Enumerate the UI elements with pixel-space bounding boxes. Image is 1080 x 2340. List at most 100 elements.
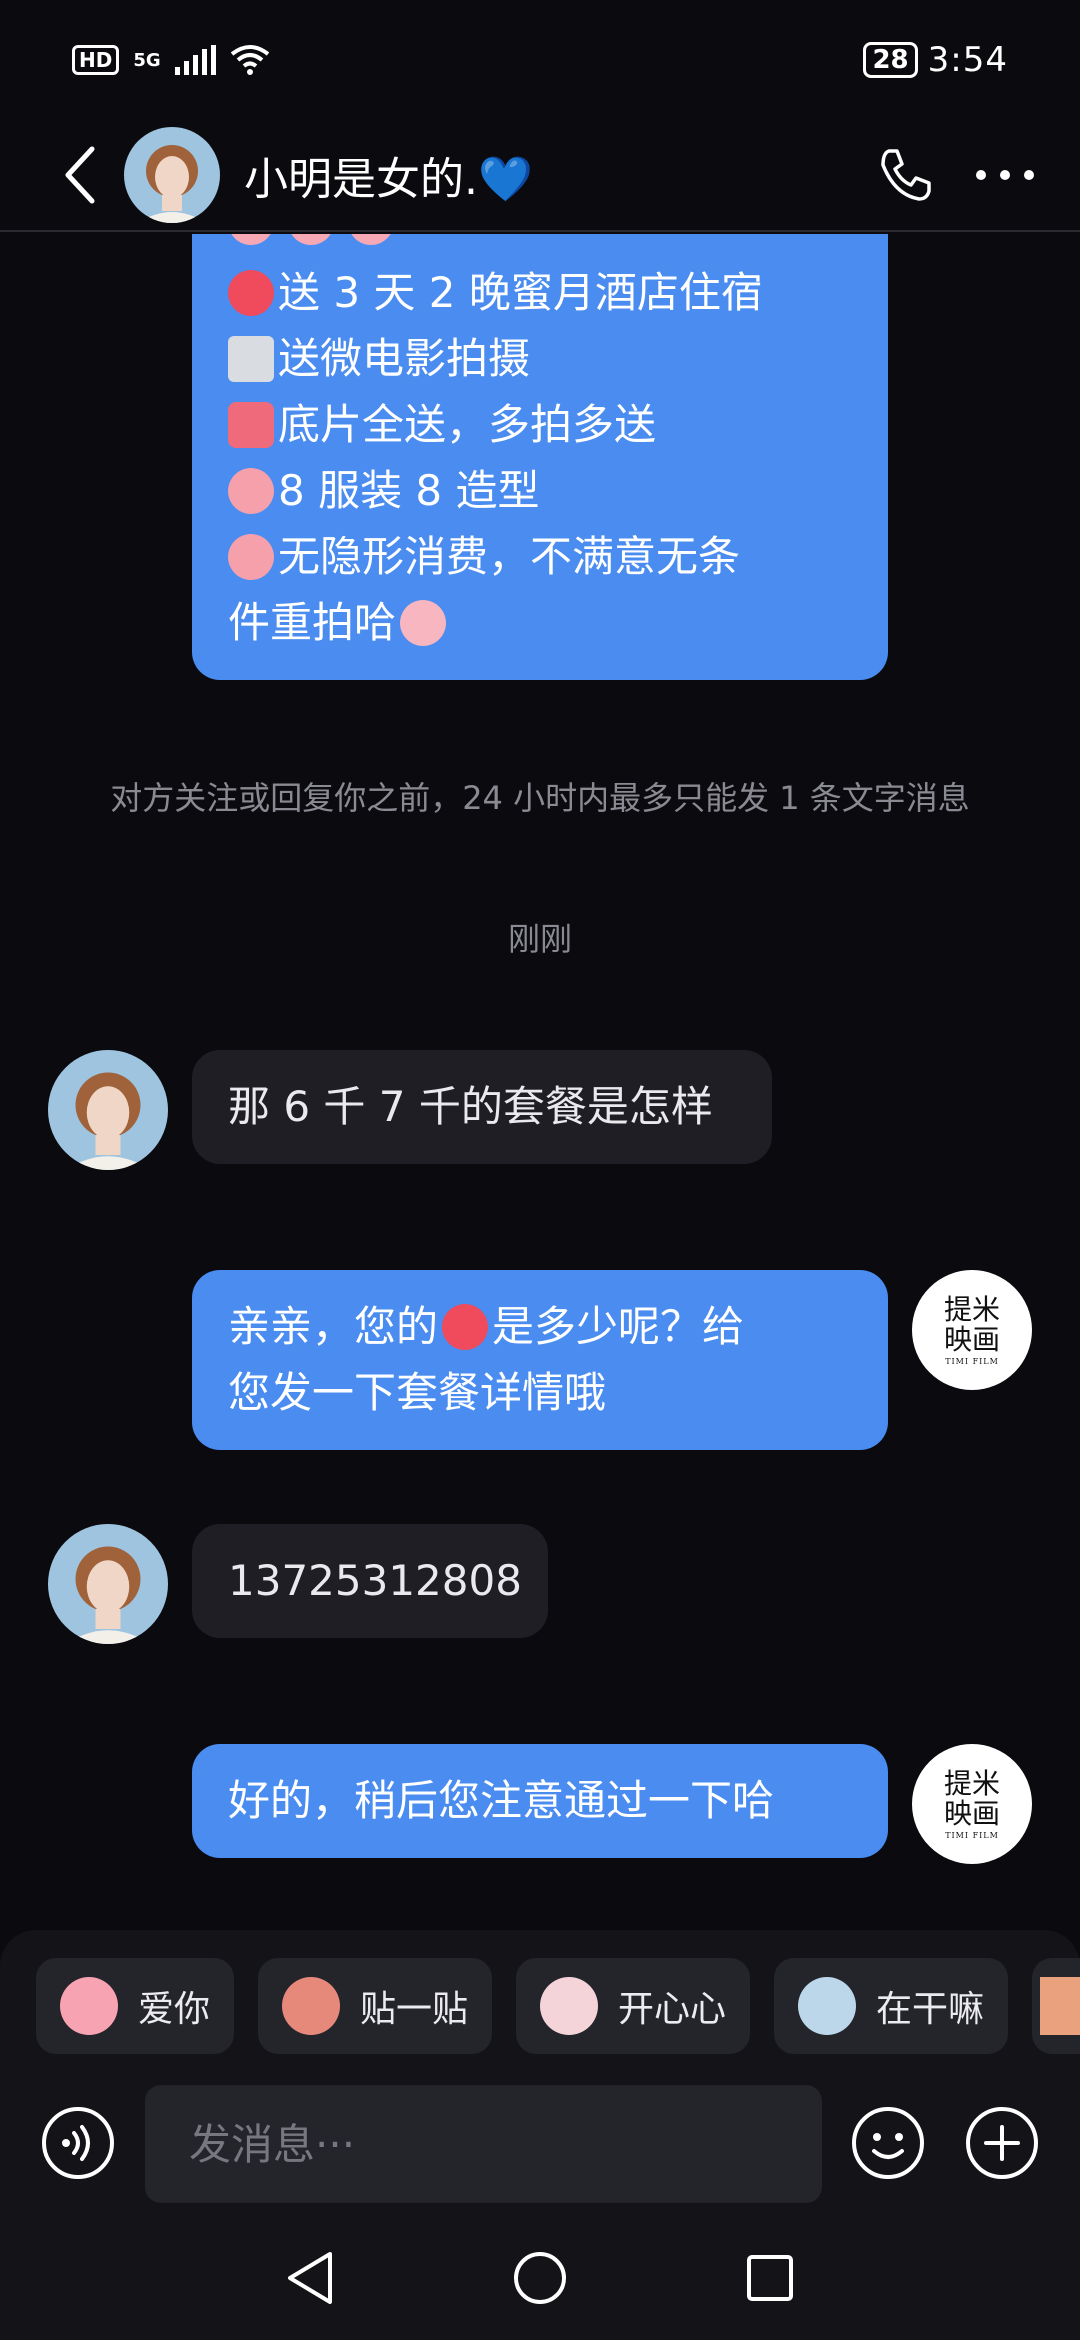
avatar-logo-text: 映画 xyxy=(943,1796,1000,1830)
check-badge-icon xyxy=(228,270,274,316)
signal-icon xyxy=(174,45,216,75)
avatar-portrait-icon xyxy=(48,1524,168,1644)
promo-line: 无隐形消费，不满意无条 xyxy=(228,524,852,590)
quick-reply-happy[interactable]: 开心心 xyxy=(516,1958,750,2054)
back-button[interactable] xyxy=(40,125,120,225)
promo-line: 底片全送，多拍多送 xyxy=(228,392,852,458)
promo-top-emoji-row xyxy=(228,234,852,260)
quick-reply-label: 在干嘛 xyxy=(876,1989,985,2030)
call-button[interactable] xyxy=(860,125,950,225)
status-right: 28 3:54 xyxy=(863,40,1008,80)
avatar-logo-text: 提米 xyxy=(943,1766,1000,1800)
avatar-logo-subtext: TIMI FILM xyxy=(945,1830,999,1840)
message-input-bar xyxy=(0,2085,1080,2215)
message-line: 亲亲，您的 是多少呢？给 xyxy=(228,1294,852,1360)
square-recents-icon xyxy=(747,2254,793,2301)
heart-emoji-icon xyxy=(288,234,334,245)
contact-avatar[interactable] xyxy=(124,127,220,223)
incoming-message-bubble[interactable]: 13725312808 xyxy=(192,1524,548,1638)
smiley-icon xyxy=(852,2107,924,2179)
network-type: 5G xyxy=(133,49,161,71)
nav-recents-button[interactable] xyxy=(730,2238,810,2318)
message-text: 是多少呢？给 xyxy=(492,1302,745,1351)
contact-avatar[interactable] xyxy=(48,1050,168,1170)
more-options-button[interactable] xyxy=(950,125,1060,225)
cuddle-sticker-icon xyxy=(282,1977,340,2035)
triangle-back-icon xyxy=(288,2251,332,2304)
message-text: 亲亲，您的 xyxy=(228,1302,439,1351)
self-avatar[interactable]: 提米 映画 TIMI FILM xyxy=(912,1270,1032,1390)
self-avatar[interactable]: 提米 映画 TIMI FILM xyxy=(912,1744,1032,1864)
message-timestamp: 刚刚 xyxy=(507,920,572,958)
heart-emoji-icon xyxy=(228,234,274,245)
nav-back-button[interactable] xyxy=(270,2238,350,2318)
nav-home-button[interactable] xyxy=(500,2238,580,2318)
quick-reply-label: 爱你 xyxy=(138,1989,211,2030)
quick-reply-love[interactable]: 爱你 xyxy=(36,1958,234,2054)
thumbs-up-icon xyxy=(228,534,274,580)
more-dots-icon xyxy=(976,170,1034,180)
battery-indicator: 28 xyxy=(863,42,918,78)
promo-line: 8 服装 8 造型 xyxy=(228,458,852,524)
voice-wave-icon xyxy=(42,2107,114,2179)
status-bar: HD 5G 28 3:54 xyxy=(0,0,1080,120)
status-left: HD 5G xyxy=(72,44,270,76)
quick-reply-label: 贴一贴 xyxy=(360,1989,469,2030)
system-navigation-bar xyxy=(0,2215,1080,2340)
incoming-message-bubble[interactable]: 那 6 千 7 千的套餐是怎样 xyxy=(192,1050,772,1164)
avatar-logo-text: 提米 xyxy=(943,1292,1000,1326)
promo-line-text: 无隐形消费，不满意无条 xyxy=(278,532,741,581)
contact-avatar[interactable] xyxy=(48,1524,168,1644)
promo-message-bubble[interactable]: 送 3 天 2 晚蜜月酒店住宿 送微电影拍摄 底片全送，多拍多送 8 服装 8 … xyxy=(192,234,888,680)
plus-circle-icon xyxy=(966,2107,1038,2179)
message-text: 那 6 千 7 千的套餐是怎样 xyxy=(228,1082,713,1131)
clapper-board-icon xyxy=(228,336,274,382)
message-input[interactable] xyxy=(145,2085,822,2203)
message-text: 13725312808 xyxy=(228,1556,522,1605)
message-line: 您发一下套餐详情哦 xyxy=(228,1360,852,1426)
quick-reply-cuddle[interactable]: 贴一贴 xyxy=(258,1958,492,2054)
heart-emoji-icon xyxy=(348,234,394,245)
promo-line-text: 件重拍哈 xyxy=(228,598,397,647)
add-attachment-button[interactable] xyxy=(964,2105,1040,2181)
avatar-logo-subtext: TIMI FILM xyxy=(945,1356,999,1366)
message-limit-notice: 对方关注或回复你之前，24 小时内最多只能发 1 条文字消息 xyxy=(110,779,970,817)
promo-line: 送 3 天 2 晚蜜月酒店住宿 xyxy=(228,260,852,326)
curious-sticker-icon xyxy=(798,1977,856,2035)
clock: 3:54 xyxy=(927,40,1008,80)
camera-icon xyxy=(228,402,274,448)
quick-reply-more[interactable] xyxy=(1032,1958,1080,2054)
message-text: 好的，稍后您注意通过一下哈 xyxy=(228,1776,775,1825)
love-sticker-icon xyxy=(60,1977,118,2035)
avatar-portrait-icon xyxy=(124,127,220,223)
message-text: 您发一下套餐详情哦 xyxy=(228,1368,607,1417)
chat-header: 小明是女的.💙 xyxy=(0,120,1080,232)
phone-icon xyxy=(881,149,931,201)
hd-badge: HD xyxy=(72,45,120,75)
sticker-icon xyxy=(1040,1977,1080,2035)
chevron-left-icon xyxy=(65,146,95,204)
avatar-logo-text: 映画 xyxy=(943,1322,1000,1356)
promo-line-text: 底片全送，多拍多送 xyxy=(278,400,657,449)
promo-line: 送微电影拍摄 xyxy=(228,326,852,392)
chat-area[interactable]: 送 3 天 2 晚蜜月酒店住宿 送微电影拍摄 底片全送，多拍多送 8 服装 8 … xyxy=(0,234,1080,1934)
quick-reply-what-doing[interactable]: 在干嘛 xyxy=(774,1958,1008,2054)
outgoing-message-bubble[interactable]: 好的，稍后您注意通过一下哈 xyxy=(192,1744,888,1858)
speech-bubble-emoji-icon xyxy=(442,1304,489,1350)
promo-line-text: 8 服装 8 造型 xyxy=(278,466,540,515)
happy-sticker-icon xyxy=(540,1977,598,2035)
contact-name[interactable]: 小明是女的.💙 xyxy=(244,143,860,207)
promo-line-text: 送微电影拍摄 xyxy=(278,334,531,383)
circle-home-icon xyxy=(514,2251,566,2304)
quick-reply-label: 开心心 xyxy=(618,1989,727,2030)
wifi-icon xyxy=(230,45,269,75)
laughing-emoji-icon xyxy=(400,600,447,646)
promo-line-text: 送 3 天 2 晚蜜月酒店住宿 xyxy=(278,268,763,317)
promo-line: 件重拍哈 xyxy=(228,590,852,656)
quick-reply-bar[interactable]: 爱你 贴一贴 开心心 在干嘛 xyxy=(0,1930,1080,2085)
voice-button[interactable] xyxy=(40,2105,116,2181)
emoji-button[interactable] xyxy=(850,2105,926,2181)
avatar-portrait-icon xyxy=(48,1050,168,1170)
outgoing-message-bubble[interactable]: 亲亲，您的 是多少呢？给 您发一下套餐详情哦 xyxy=(192,1270,888,1450)
thumbs-up-icon xyxy=(228,468,274,514)
